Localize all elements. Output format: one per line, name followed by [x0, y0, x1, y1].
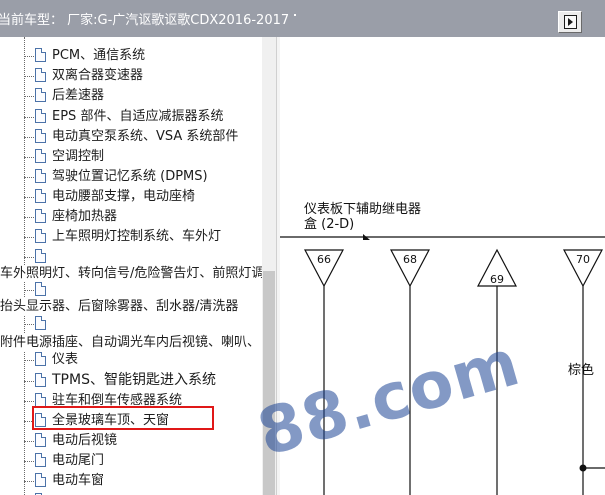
document-icon: [35, 282, 46, 296]
document-icon: [35, 352, 46, 366]
document-icon: [35, 373, 46, 387]
connector-number: 69: [490, 273, 504, 286]
header-dot: [294, 14, 296, 16]
document-icon: [35, 209, 46, 223]
tree-category[interactable]: 车外照明灯、转向信号/危险警告灯、前照灯调: [0, 265, 262, 282]
document-icon: [35, 473, 46, 487]
document-icon: [35, 189, 46, 203]
document-icon: [35, 249, 46, 263]
splice-point: [579, 464, 587, 472]
document-icon: [35, 48, 46, 62]
document-icon: [35, 149, 46, 163]
system-tree[interactable]: PCM、通信系统 双离合器变速器 后差速器 EPS 部件、自适应减振器系统 电动…: [0, 37, 262, 495]
relay-box-title-line2: 盒 (2-D): [304, 216, 354, 232]
title-bar: 当前车型： 厂家:G-广汽讴歌讴歌CDX2016-2017: [0, 0, 605, 37]
wire-color-label: 棕色: [568, 362, 594, 378]
connector-number: 68: [403, 253, 417, 266]
selection-highlight: [32, 406, 214, 430]
document-icon: [35, 129, 46, 143]
panel-toggle-icon: [564, 15, 577, 29]
relay-box-title-line1: 仪表板下辅助继电器: [304, 202, 421, 217]
document-icon: [35, 169, 46, 183]
document-icon: [35, 453, 46, 467]
tree-category[interactable]: 附件电源插座、自动调光车内后视镜、喇叭、: [0, 334, 261, 351]
document-icon: [35, 88, 46, 102]
document-icon: [35, 229, 46, 243]
connector-number: 70: [576, 253, 590, 266]
panel-toggle-button[interactable]: [558, 11, 582, 33]
document-icon: [35, 433, 46, 447]
document-icon: [35, 316, 46, 330]
document-icon: [35, 68, 46, 82]
document-icon: [35, 109, 46, 123]
document-icon: [35, 393, 46, 407]
tree-category[interactable]: 抬头显示器、后窗除雾器、刮水器/清洗器: [0, 298, 239, 315]
current-vehicle-title: 当前车型： 厂家:G-广汽讴歌讴歌CDX2016-2017: [0, 13, 290, 28]
connector-number: 66: [317, 253, 331, 266]
